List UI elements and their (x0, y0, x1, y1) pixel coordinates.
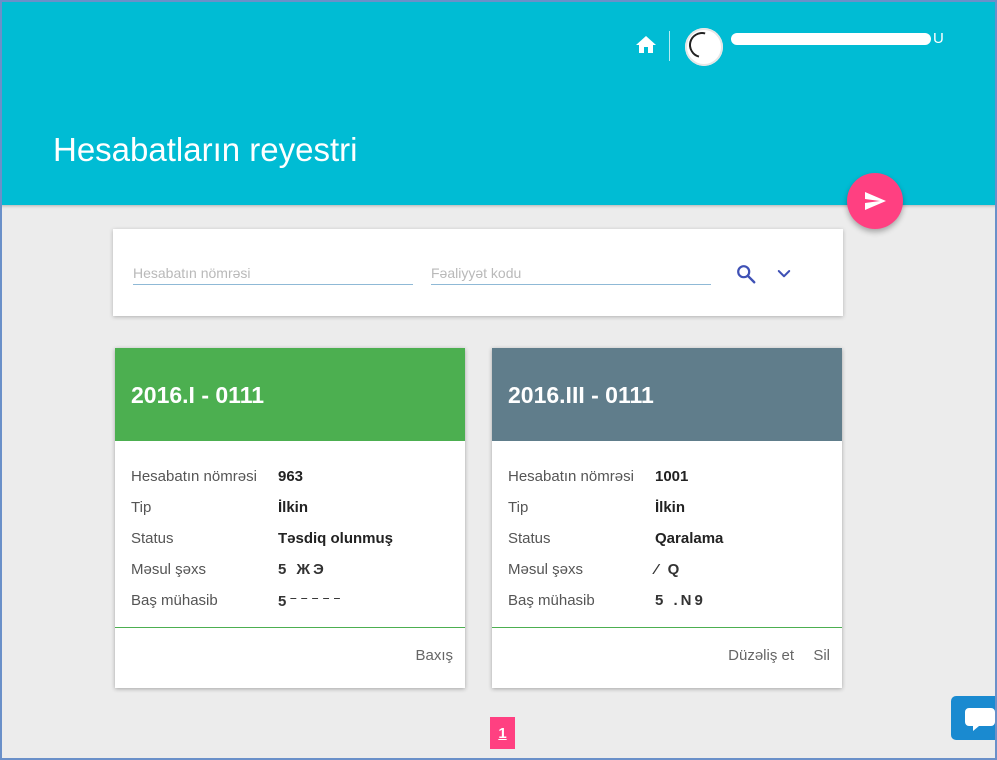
detail-row: Məsul şəxs 5 ЖЭ (131, 554, 449, 585)
detail-label: Hesabatın nömrəsi (508, 468, 634, 485)
detail-value: ⁄ Q (655, 561, 683, 578)
detail-label: Hesabatın nömrəsi (131, 468, 257, 485)
send-icon (865, 192, 886, 210)
detail-label: Tip (508, 499, 529, 516)
card-header: 2016.III - 0111 (492, 348, 842, 441)
detail-label: Baş mühasib (508, 592, 595, 609)
detail-label: Tip (131, 499, 152, 516)
search-icon[interactable] (735, 263, 757, 285)
report-number-input[interactable] (133, 262, 413, 285)
detail-label: Status (508, 530, 551, 547)
redacted-name (731, 33, 931, 46)
card-title: 2016.III - 0111 (508, 382, 654, 408)
card-header: 2016.I - 0111 (115, 348, 465, 441)
card-actions: Düzəliş et Sil (492, 628, 842, 687)
detail-row: Hesabatın nömrəsi 1001 (508, 461, 826, 492)
detail-row: Tip İlkin (131, 492, 449, 523)
send-report-button[interactable] (847, 173, 903, 229)
chat-icon (965, 708, 995, 731)
detail-label: Status (131, 530, 174, 547)
search-panel (113, 229, 843, 316)
app-header: U Hesabatların reyestri (0, 0, 997, 205)
detail-row: Status Təsdiq olunmuş (131, 523, 449, 554)
page-1-button[interactable]: 1 (490, 717, 515, 749)
detail-value: 963 (278, 468, 304, 485)
detail-row: Baş mühasib 5⁻⁻⁻⁻⁻ (131, 585, 449, 616)
detail-value: Qaralama (655, 530, 724, 547)
detail-value: İlkin (278, 499, 309, 516)
activity-code-input[interactable] (431, 262, 711, 285)
report-card: 2016.III - 0111 Hesabatın nömrəsi 1001 Ti… (492, 348, 842, 688)
edit-button[interactable]: Düzəliş et (728, 647, 794, 664)
page-title: Hesabatların reyestri (53, 131, 358, 168)
card-actions: Baxış (115, 628, 465, 687)
report-card: 2016.I - 0111 Hesabatın nömrəsi 963 Tip İl… (115, 348, 465, 688)
chevron-down-icon[interactable] (775, 265, 793, 283)
detail-value: 1001 (655, 468, 689, 485)
detail-label: Məsul şəxs (508, 561, 584, 578)
detail-value: 5⁻⁻⁻⁻⁻ (278, 592, 344, 610)
delete-button[interactable]: Sil (813, 647, 830, 664)
chat-button[interactable] (951, 696, 997, 740)
detail-row: Baş mühasib 5 .N9 (508, 585, 826, 616)
detail-row: Hesabatın nömrəsi 963 (131, 461, 449, 492)
header-divider (669, 31, 670, 61)
home-icon[interactable] (634, 33, 658, 57)
detail-value: 5 .N9 (655, 592, 706, 609)
user-avatar[interactable] (685, 28, 723, 66)
detail-row: Məsul şəxs ⁄ Q (508, 554, 826, 585)
detail-label: Baş mühasib (131, 592, 218, 609)
card-details: Hesabatın nömrəsi 1001 Tip İlkin Status Qar… (492, 441, 842, 628)
detail-row: Status Qaralama (508, 523, 826, 554)
detail-label: Məsul şəxs (131, 561, 207, 578)
detail-row: Tip İlkin (508, 492, 826, 523)
view-button[interactable]: Baxış (415, 647, 453, 664)
user-name[interactable]: U (731, 30, 944, 48)
detail-value: 5 ЖЭ (278, 561, 327, 578)
card-title: 2016.I - 0111 (131, 382, 265, 408)
detail-value: İlkin (655, 499, 686, 516)
card-details: Hesabatın nömrəsi 963 Tip İlkin Status Təsd… (115, 441, 465, 628)
detail-value: Təsdiq olunmuş (278, 530, 394, 547)
